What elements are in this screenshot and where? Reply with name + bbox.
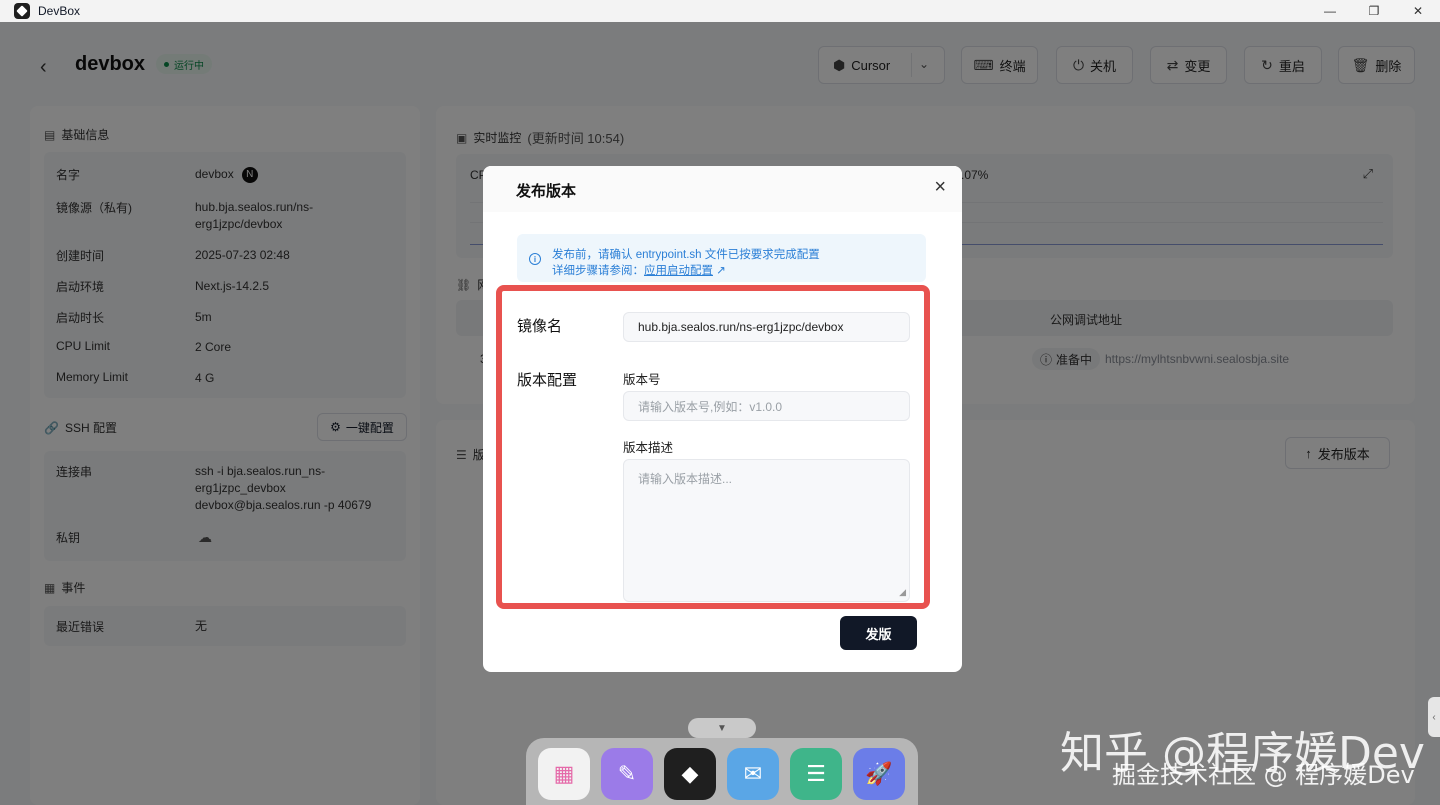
devbox-app-icon[interactable]: ◆	[664, 748, 716, 800]
triangle-down-icon: ▼	[717, 722, 727, 734]
info-icon: i	[529, 253, 541, 265]
tip-line-2: 详细步骤请参阅：应用启动配置 ↗	[552, 262, 726, 278]
maximize-button[interactable]: ❐	[1352, 0, 1396, 22]
side-panel-tab[interactable]: ‹	[1428, 697, 1440, 737]
entrypoint-tip: i 发布前，请确认 entrypoint.sh 文件已按要求完成配置 详细步骤请…	[517, 234, 926, 282]
startup-config-link[interactable]: 应用启动配置	[644, 265, 713, 277]
window-controls: — ❐ ✕	[1308, 0, 1440, 22]
dialog-header: 发布版本 ×	[483, 166, 962, 212]
highlight-annotation	[496, 285, 930, 609]
minimize-button[interactable]: —	[1308, 0, 1352, 22]
dialog-title: 发布版本	[516, 183, 577, 200]
window-titlebar: DevBox — ❐ ✕	[0, 0, 1440, 22]
devbox-logo-icon	[14, 3, 30, 19]
launchpad-icon[interactable]: ▦	[538, 748, 590, 800]
dock-toggle-button[interactable]: ▼	[688, 718, 756, 738]
watermark-juejin: 掘金技术社区 @ 程序媛Dev	[1112, 761, 1415, 789]
rocket-app-icon[interactable]: 🚀	[853, 748, 905, 800]
external-link-icon[interactable]: ↗	[713, 265, 726, 277]
app-dock: ▦ ✎ ◆ ✉ ☰ 🚀	[526, 738, 918, 805]
notes-app-icon[interactable]: ✎	[601, 748, 653, 800]
close-window-button[interactable]: ✕	[1396, 0, 1440, 22]
tip-prefix: 详细步骤请参阅：	[552, 265, 644, 277]
close-icon[interactable]: ×	[934, 177, 946, 197]
release-button[interactable]: 发版	[840, 616, 917, 650]
chevron-left-icon: ‹	[1432, 711, 1436, 723]
window-title: DevBox	[38, 4, 81, 18]
database-app-icon[interactable]: ☰	[790, 748, 842, 800]
message-app-icon[interactable]: ✉	[727, 748, 779, 800]
tip-line-1: 发布前，请确认 entrypoint.sh 文件已按要求完成配置	[552, 249, 820, 261]
